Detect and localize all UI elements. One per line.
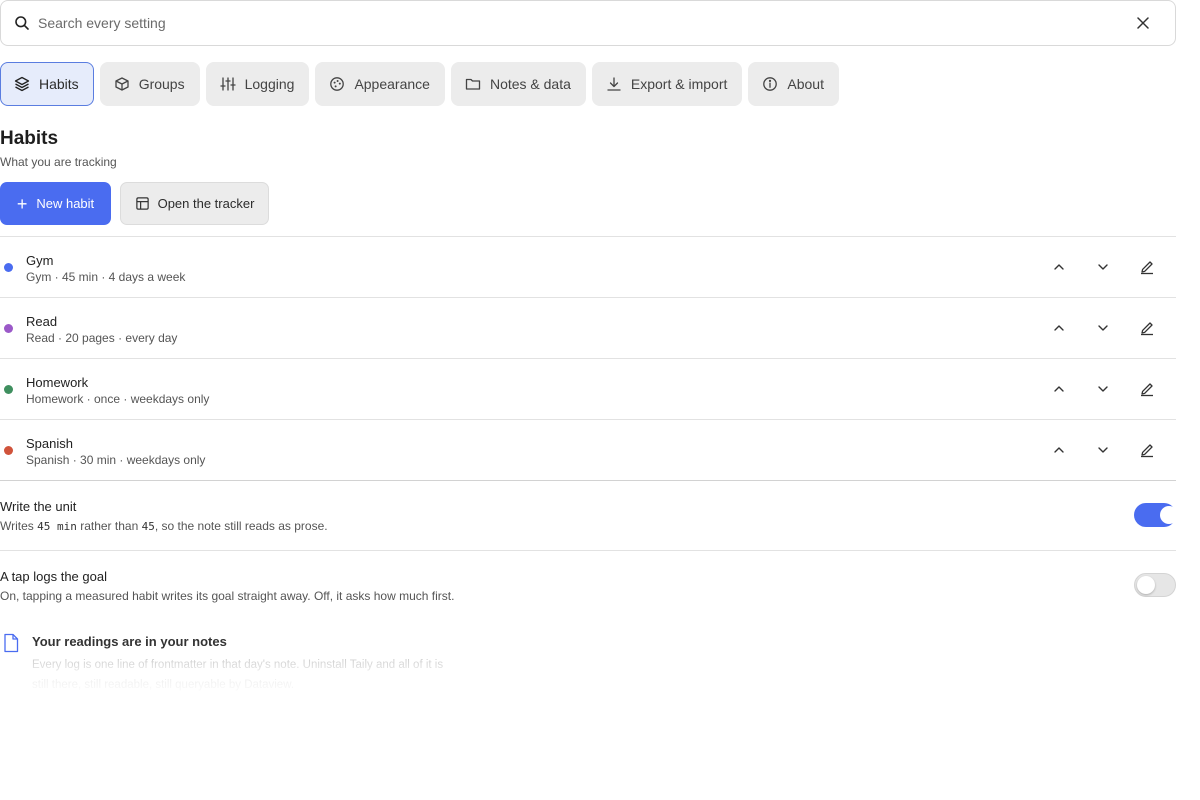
move-down-icon[interactable] [1088, 377, 1118, 401]
habit-name: Homework [26, 375, 89, 390]
move-up-icon[interactable] [1044, 255, 1074, 279]
habit-description: Read · 20 pages · every day [26, 331, 178, 345]
section-title: Habits [0, 128, 59, 149]
tab-notes-data[interactable]: Notes & data [450, 62, 586, 106]
tab-label: Appearance [354, 76, 430, 92]
tab-label: Habits [39, 76, 79, 92]
info-note: Your readings are in your notes Every lo… [0, 631, 600, 691]
habit-description: Homework · once · weekdays only [26, 392, 210, 406]
open-tracker-button[interactable]: Open the tracker [120, 182, 269, 225]
setting-tap-logs-goal: A tap logs the goal On, tapping a measur… [0, 551, 1176, 621]
habit-actions [1044, 316, 1162, 340]
plus-icon: + [16, 193, 28, 214]
search-bar [0, 0, 1176, 46]
tab-habits[interactable]: Habits [0, 62, 94, 106]
tab-label: Groups [138, 76, 185, 92]
habit-name: Spanish [26, 436, 73, 451]
tab-label: Logging [244, 76, 295, 92]
desc-middle: rather than [76, 519, 142, 533]
habit-list: Gym Gym · 45 min · 4 days a week Read Re… [0, 236, 1176, 481]
edit-icon[interactable] [1132, 438, 1162, 462]
move-up-icon[interactable] [1044, 438, 1074, 462]
habit-actions [1044, 438, 1162, 462]
habit-color-dot [4, 263, 13, 272]
habit-row: Spanish Spanish · 30 min · weekdays only [0, 420, 1176, 481]
tab-label: Export & import [630, 76, 728, 92]
search-input[interactable] [38, 1, 1123, 45]
move-down-icon[interactable] [1088, 316, 1118, 340]
habit-row: Homework Homework · once · weekdays only [0, 359, 1176, 420]
info-icon [762, 76, 778, 92]
setting-description: Writes 45 min rather than 45, so the not… [0, 519, 328, 533]
desc-prefix: Writes [0, 519, 38, 533]
habit-color-dot [4, 324, 13, 333]
desc-suffix: , so the note still reads as prose. [154, 519, 328, 533]
write-unit-toggle[interactable] [1134, 503, 1178, 527]
habit-name: Gym [26, 253, 54, 268]
file-icon [2, 633, 20, 653]
setting-write-unit: Write the unit Writes 45 min rather than… [0, 481, 1178, 551]
search-icon [14, 15, 30, 31]
tap-logs-goal-toggle[interactable] [1134, 573, 1176, 597]
section-subtitle: What you are tracking [0, 155, 117, 169]
code-sample: 45 [141, 520, 155, 533]
move-up-icon[interactable] [1044, 377, 1074, 401]
settings-page: Habits Groups Logging Appearance Notes &… [0, 0, 1200, 800]
tab-appearance[interactable]: Appearance [315, 62, 445, 106]
new-habit-label: New habit [36, 196, 95, 211]
setting-title: A tap logs the goal [0, 569, 107, 584]
habit-row: Read Read · 20 pages · every day [0, 298, 1176, 359]
note-title: Your readings are in your notes [32, 634, 227, 649]
setting-description: On, tapping a measured habit writes its … [0, 589, 455, 603]
tab-label: About [787, 76, 824, 92]
new-habit-button[interactable]: + New habit [0, 182, 111, 225]
close-icon[interactable] [1123, 3, 1163, 43]
toggle-knob [1160, 506, 1178, 524]
habit-row: Gym Gym · 45 min · 4 days a week [0, 237, 1176, 298]
tab-groups[interactable]: Groups [99, 62, 200, 106]
tab-label: Notes & data [489, 76, 571, 92]
code-sample: 45 min [37, 520, 77, 533]
settings-tabs: Habits Groups Logging Appearance Notes &… [0, 62, 839, 106]
download-icon [606, 76, 622, 92]
sliders-icon [219, 76, 236, 92]
habit-name: Read [26, 314, 58, 329]
habit-actions [1044, 255, 1162, 279]
habit-actions [1044, 377, 1162, 401]
layers-icon [14, 76, 30, 92]
tab-logging[interactable]: Logging [205, 62, 310, 106]
table-icon [135, 196, 150, 211]
open-tracker-label: Open the tracker [157, 196, 255, 211]
habit-color-dot [4, 446, 13, 455]
box-icon [114, 76, 130, 92]
folder-icon [465, 76, 481, 92]
toggle-knob [1137, 576, 1155, 594]
move-down-icon[interactable] [1088, 255, 1118, 279]
habit-description: Spanish · 30 min · weekdays only [26, 453, 206, 467]
tab-export-import[interactable]: Export & import [591, 62, 743, 106]
tab-about[interactable]: About [748, 62, 839, 106]
setting-title: Write the unit [0, 499, 77, 514]
note-body: Every log is one line of frontmatter in … [32, 659, 444, 691]
move-up-icon[interactable] [1044, 316, 1074, 340]
habit-color-dot [4, 385, 13, 394]
edit-icon[interactable] [1132, 316, 1162, 340]
palette-icon [329, 76, 345, 92]
habit-description: Gym · 45 min · 4 days a week [26, 270, 186, 284]
move-down-icon[interactable] [1088, 438, 1118, 462]
edit-icon[interactable] [1132, 255, 1162, 279]
edit-icon[interactable] [1132, 377, 1162, 401]
